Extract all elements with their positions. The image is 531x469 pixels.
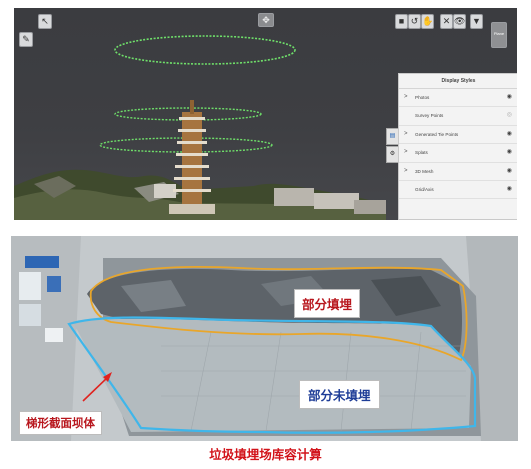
eye-icon[interactable]: ◉	[507, 181, 512, 198]
display-item-generated-tie-points[interactable]: > Generated Tie Points ◉	[399, 126, 517, 145]
display-item-survey-points[interactable]: Survey Points ◎	[399, 107, 517, 126]
display-styles-panel: Display Styles > Photos ◉ Survey Points …	[398, 73, 517, 220]
chevron-right-icon[interactable]: >	[404, 89, 408, 106]
pan-hand-icon[interactable]: ✋	[421, 14, 434, 29]
display-item-label: Survey Points	[415, 113, 444, 119]
display-item-label: Grid/Axis	[415, 186, 434, 192]
display-item-photos[interactable]: > Photos ◉	[399, 89, 517, 108]
rotate-icon[interactable]: ↺	[408, 14, 421, 29]
unfilled-area-label: 部分未填埋	[299, 380, 380, 409]
display-item-label: Splats	[415, 150, 428, 156]
camera-orbit-ring-top	[114, 35, 296, 65]
filled-area-label: 部分填埋	[294, 289, 361, 318]
display-item-label: Generated Tie Points	[415, 131, 459, 137]
close-icon[interactable]: ✕	[440, 14, 453, 29]
gizmo-icon[interactable]: ✥	[258, 13, 274, 27]
eye-icon[interactable]: ◉	[507, 144, 512, 161]
plane-toggle-button[interactable]: Plane	[491, 22, 507, 48]
3d-viewer-viewport[interactable]: ↖ ✎ ✥ ■ ↺ ✋ ✕ 👁 ▼ Plane ▤ ⚙ Display Styl…	[14, 8, 517, 220]
stop-icon[interactable]: ■	[395, 14, 408, 29]
eye-icon[interactable]: ◉	[507, 163, 512, 180]
landfill-aerial-image: 部分填埋 部分未填埋 梯形截面坝体	[11, 236, 518, 441]
display-item-3d-mesh[interactable]: > 3D Mesh ◉	[399, 163, 517, 181]
dam-label: 梯形截面坝体	[19, 411, 102, 435]
eye-off-icon[interactable]: ◎	[507, 107, 512, 124]
chevron-right-icon[interactable]: >	[404, 163, 408, 180]
pencil-icon[interactable]: ✎	[19, 32, 33, 47]
eye-icon[interactable]: ◉	[507, 126, 512, 143]
display-item-label: Photos	[415, 95, 430, 100]
eye-icon[interactable]: 👁	[453, 14, 466, 29]
eye-icon[interactable]: ◉	[507, 89, 512, 106]
display-item-splats[interactable]: > Splats ◉	[399, 144, 517, 163]
display-item-label: 3D Mesh	[415, 168, 434, 174]
chevron-right-icon[interactable]: >	[404, 144, 408, 161]
panel-side-tabs: ▤ ⚙	[386, 128, 399, 163]
panel-title: Display Styles	[399, 74, 517, 89]
dropdown-arrow-icon[interactable]: ▼	[470, 14, 483, 29]
chevron-right-icon[interactable]: >	[404, 126, 408, 143]
figure-caption: 垃圾填埋场库容计算	[209, 448, 322, 462]
display-item-grid-axis[interactable]: Grid/Axis ◉	[399, 181, 517, 200]
select-tool-button[interactable]: ↖	[38, 14, 52, 29]
